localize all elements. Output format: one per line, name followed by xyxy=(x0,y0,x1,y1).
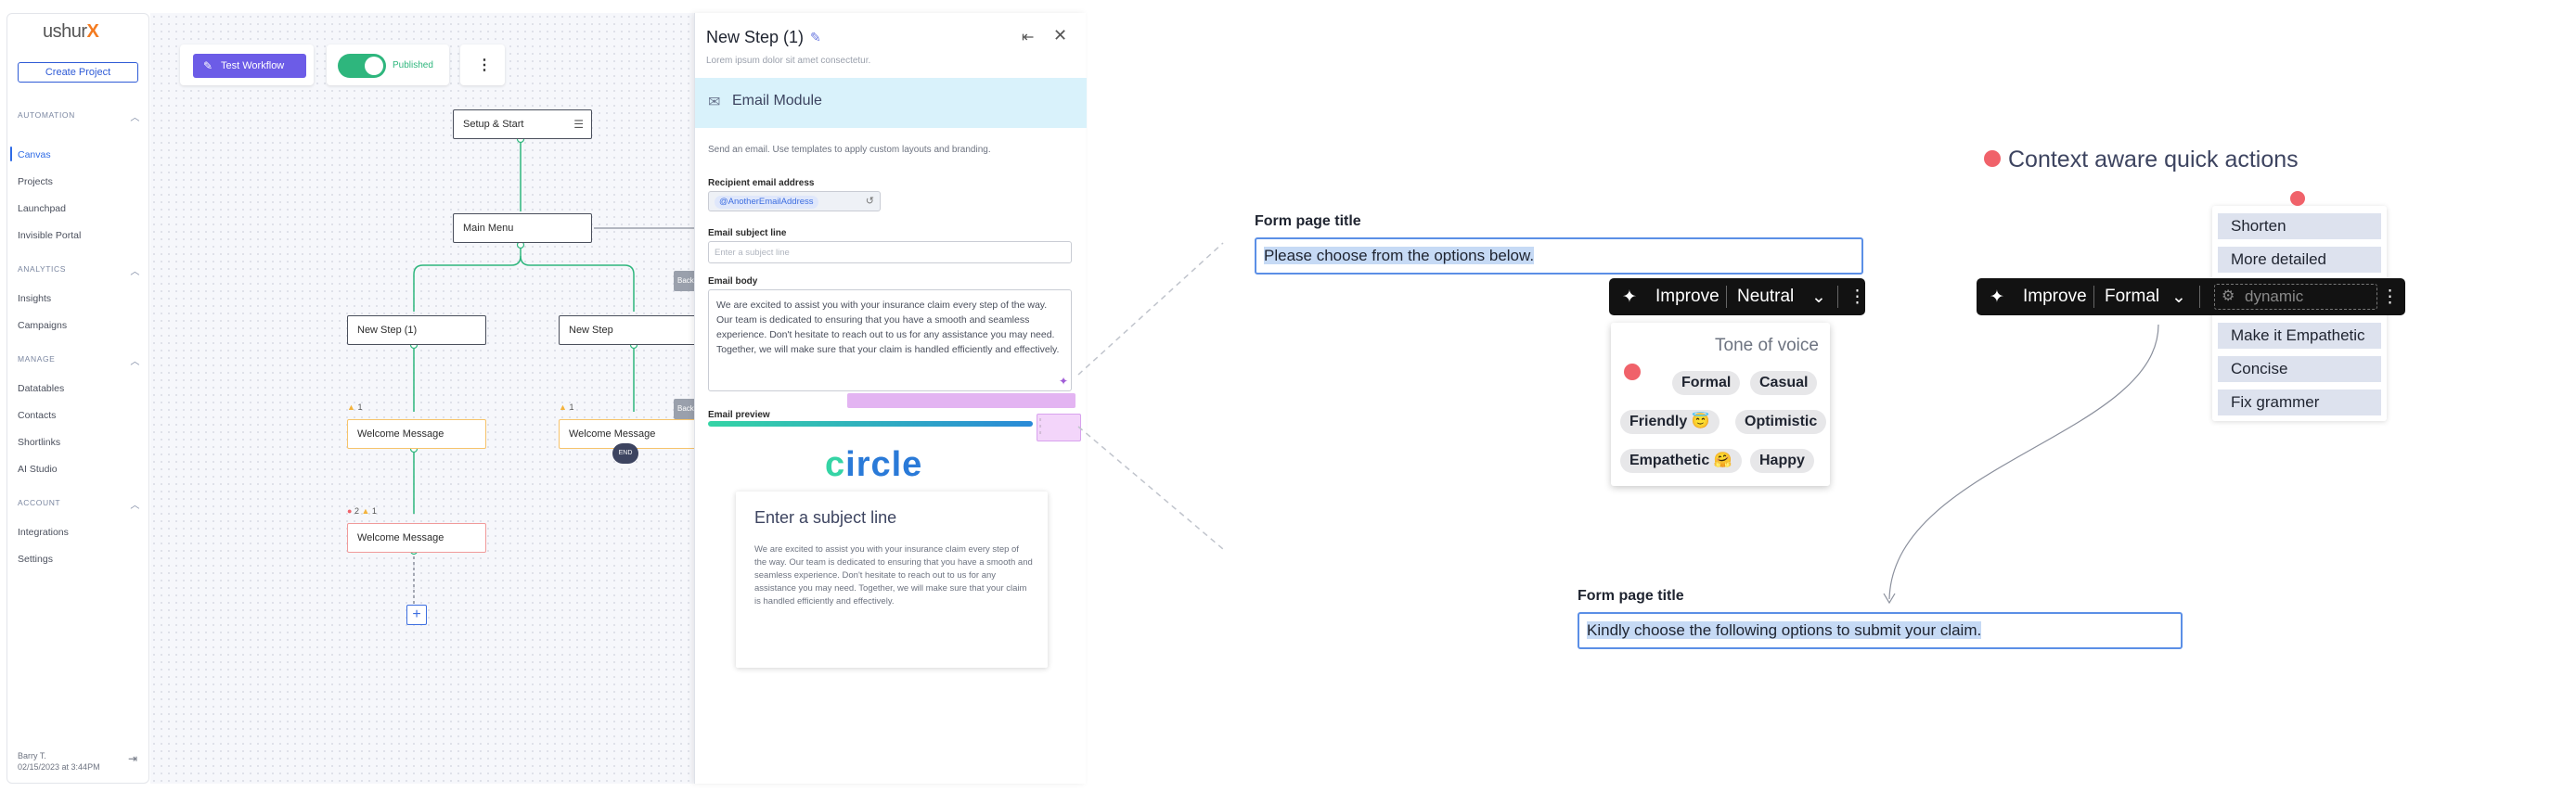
chevron-down-icon[interactable]: ⌄ xyxy=(1811,287,1826,308)
form-title-input-2[interactable]: Kindly choose the following options to s… xyxy=(1578,612,2183,649)
suggestion-more-detailed[interactable]: More detailed xyxy=(2218,247,2381,273)
tone-select[interactable]: Formal xyxy=(2105,287,2159,307)
magic-wand-icon[interactable]: ✦ xyxy=(1990,287,2004,308)
annotation-lines xyxy=(1077,242,2159,605)
form-title-label-2: Form page title xyxy=(1578,588,1684,604)
suggestion-make-empathetic[interactable]: Make it Empathetic xyxy=(2218,323,2381,349)
tone-optimistic[interactable]: Optimistic xyxy=(1735,410,1827,434)
tone-happy[interactable]: Happy xyxy=(1750,449,1814,473)
more-vert-icon[interactable]: ⋮ xyxy=(1848,287,1866,308)
form-title-input-1[interactable]: Please choose from the options below. xyxy=(1255,237,1863,275)
suggestion-shorten[interactable]: Shorten xyxy=(2218,213,2381,239)
ai-toolbar-1: ✦ Improve Neutral ⌄ ⋮ xyxy=(1609,278,1866,315)
improve-button[interactable]: Improve xyxy=(2023,287,2087,307)
tone-empathetic[interactable]: Empathetic 🤗 xyxy=(1620,449,1742,473)
tone-friendly[interactable]: Friendly 😇 xyxy=(1620,410,1719,434)
chevron-down-icon[interactable]: ⌄ xyxy=(2171,287,2186,308)
tone-casual[interactable]: Casual xyxy=(1750,371,1818,395)
tone-select[interactable]: Neutral xyxy=(1737,287,1794,307)
quick-actions-title: Context aware quick actions xyxy=(2008,147,2299,172)
dynamic-input[interactable]: ⚙ dynamic xyxy=(2214,284,2377,310)
tone-title: Tone of voice xyxy=(1715,336,1819,355)
magic-wand-icon[interactable]: ✦ xyxy=(1622,287,1637,308)
suggestion-fix-grammar[interactable]: Fix grammer xyxy=(2218,390,2381,415)
marker-dot xyxy=(1984,150,2001,167)
suggestion-concise[interactable]: Concise xyxy=(2218,356,2381,382)
tone-formal[interactable]: Formal xyxy=(1672,371,1741,395)
marker-dot xyxy=(1624,364,1641,380)
improve-button[interactable]: Improve xyxy=(1655,287,1719,307)
tone-of-voice-menu: Tone of voice Formal Casual Friendly 😇 O… xyxy=(1611,323,1830,486)
form-title-label-1: Form page title xyxy=(1255,213,1361,229)
marker-dot xyxy=(2290,191,2305,206)
more-vert-icon[interactable]: ⋮ xyxy=(2381,287,2399,308)
gear-icon: ⚙ xyxy=(2222,288,2235,304)
